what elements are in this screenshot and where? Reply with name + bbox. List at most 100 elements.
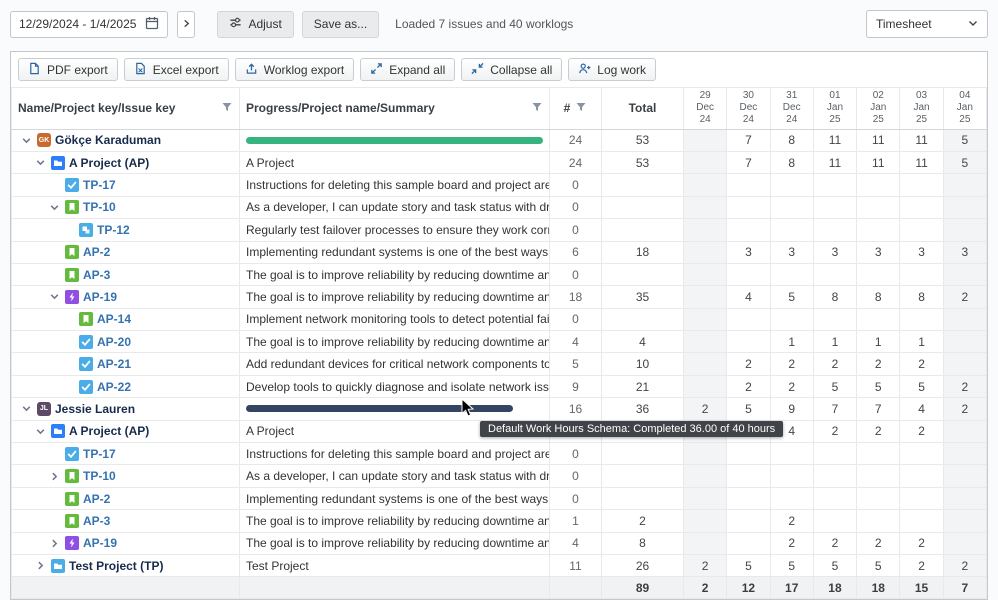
day-hours-cell[interactable]: 8 [769,128,814,152]
day-hours-cell[interactable] [899,509,944,533]
day-hours-cell[interactable] [726,464,771,488]
day-hours-cell[interactable] [726,442,771,466]
day-hours-cell[interactable] [812,195,858,220]
issue-row[interactable]: AP-19 The goal is to improve reliability … [11,285,988,309]
collapse-all-button[interactable]: Collapse all [461,58,563,81]
day-hours-cell[interactable] [942,464,988,488]
day-hours-cell[interactable] [812,486,858,511]
day-hours-cell[interactable]: 3 [726,240,771,264]
day-hours-cell[interactable] [856,464,901,488]
day-hours-cell[interactable] [682,150,728,175]
day-hours-cell[interactable] [856,218,901,242]
tree-chevron-down-icon[interactable] [20,402,33,415]
day-hours-cell[interactable] [682,307,728,332]
day-hours-cell[interactable]: 4 [899,397,944,421]
tree-chevron-down-icon[interactable] [48,290,61,303]
day-hours-cell[interactable]: 5 [812,374,858,399]
issue-row[interactable]: TP-10 As a developer, I can update story … [11,195,988,220]
day-hours-cell[interactable] [769,195,814,220]
day-hours-cell[interactable]: 5 [812,553,858,578]
issue-key-link[interactable]: AP-19 [83,536,117,550]
day-hours-cell[interactable]: 11 [812,128,858,152]
issue-key-link[interactable]: AP-20 [97,335,131,349]
next-period-button[interactable] [177,10,196,38]
day-hours-cell[interactable]: 5 [899,374,944,399]
day-hours-cell[interactable]: 2 [812,419,858,444]
day-hours-cell[interactable] [726,509,771,533]
day-hours-cell[interactable]: 2 [942,397,988,421]
day-hours-cell[interactable] [769,173,814,197]
day-hours-cell[interactable] [942,531,988,555]
issue-key-link[interactable]: AP-14 [97,312,131,326]
day-hours-cell[interactable]: 2 [769,352,814,376]
day-hours-cell[interactable] [856,262,901,287]
day-hours-cell[interactable] [899,464,944,488]
day-hours-cell[interactable] [942,352,988,376]
day-hours-cell[interactable]: 8 [769,150,814,175]
tree-chevron-down-icon[interactable] [34,156,47,169]
issue-row[interactable]: AP-2 Implementing redundant systems is on… [11,240,988,264]
issue-key-link[interactable]: TP-17 [83,447,116,461]
day-hours-cell[interactable]: 2 [769,509,814,533]
day-hours-cell[interactable] [769,464,814,488]
issue-row[interactable]: TP-17 Instructions for deleting this samp… [11,442,988,466]
day-hours-cell[interactable]: 2 [856,352,901,376]
day-hours-cell[interactable]: 5 [726,397,771,421]
issue-row[interactable]: TP-12 Regularly test failover processes t… [11,218,988,242]
day-hours-cell[interactable]: 2 [812,352,858,376]
day-hours-cell[interactable] [682,285,728,309]
adjust-button[interactable]: Adjust [217,10,294,38]
day-hours-cell[interactable] [856,195,901,220]
day-hours-cell[interactable] [769,442,814,466]
day-hours-cell[interactable]: 8 [899,285,944,309]
day-hours-cell[interactable] [682,240,728,264]
day-hours-cell[interactable] [812,262,858,287]
day-hours-cell[interactable] [682,352,728,376]
day-hours-cell[interactable]: 5 [726,553,771,578]
tree-chevron-right-icon[interactable] [34,559,47,572]
day-hours-cell[interactable]: 3 [899,240,944,264]
filter-icon[interactable] [575,101,587,116]
day-hours-cell[interactable] [726,218,771,242]
day-hours-cell[interactable] [812,464,858,488]
day-hours-cell[interactable] [769,307,814,332]
issue-row[interactable]: TP-10 As a developer, I can update story … [11,464,988,488]
log-work-button[interactable]: Log work [568,58,656,81]
day-hours-cell[interactable]: 1 [812,330,858,354]
tree-chevron-right-icon[interactable] [48,537,61,550]
day-hours-cell[interactable] [682,330,728,354]
progress-bar[interactable] [246,405,543,413]
expand-all-button[interactable]: Expand all [360,58,456,81]
day-hours-cell[interactable]: 11 [856,128,901,152]
day-hours-cell[interactable]: 2 [856,419,901,444]
day-hours-cell[interactable] [726,486,771,511]
issue-key-link[interactable]: AP-19 [83,290,117,304]
user-row[interactable]: GK Gökçe Karaduman 24 53 7 8 11 11 11 5 [11,128,988,152]
day-hours-cell[interactable] [812,173,858,197]
day-hours-cell[interactable] [856,307,901,332]
day-hours-cell[interactable]: 2 [899,419,944,444]
date-range-picker[interactable]: 12/29/2024 - 1/4/2025 [10,10,169,38]
day-hours-cell[interactable] [942,173,988,197]
day-hours-cell[interactable] [682,486,728,511]
day-hours-cell[interactable]: 8 [856,285,901,309]
issue-key-link[interactable]: AP-22 [97,380,131,394]
day-hours-cell[interactable] [942,509,988,533]
day-hours-cell[interactable] [682,374,728,399]
day-hours-cell[interactable]: 11 [899,128,944,152]
day-hours-cell[interactable] [812,307,858,332]
day-hours-cell[interactable]: 3 [856,240,901,264]
issue-row[interactable]: TP-17 Instructions for deleting this samp… [11,173,988,197]
progress-bar[interactable] [246,136,543,144]
issue-row[interactable]: AP-22 Develop tools to quickly diagnose a… [11,374,988,399]
day-hours-cell[interactable] [769,486,814,511]
day-hours-cell[interactable]: 11 [856,150,901,175]
calendar-icon[interactable] [145,16,159,33]
day-hours-cell[interactable]: 2 [899,531,944,555]
issue-row[interactable]: AP-20 The goal is to improve reliability … [11,330,988,354]
day-hours-cell[interactable] [942,442,988,466]
day-hours-cell[interactable] [942,419,988,444]
view-selector-dropdown[interactable]: Timesheet [866,10,988,38]
day-hours-cell[interactable]: 2 [856,531,901,555]
day-hours-cell[interactable]: 2 [726,352,771,376]
